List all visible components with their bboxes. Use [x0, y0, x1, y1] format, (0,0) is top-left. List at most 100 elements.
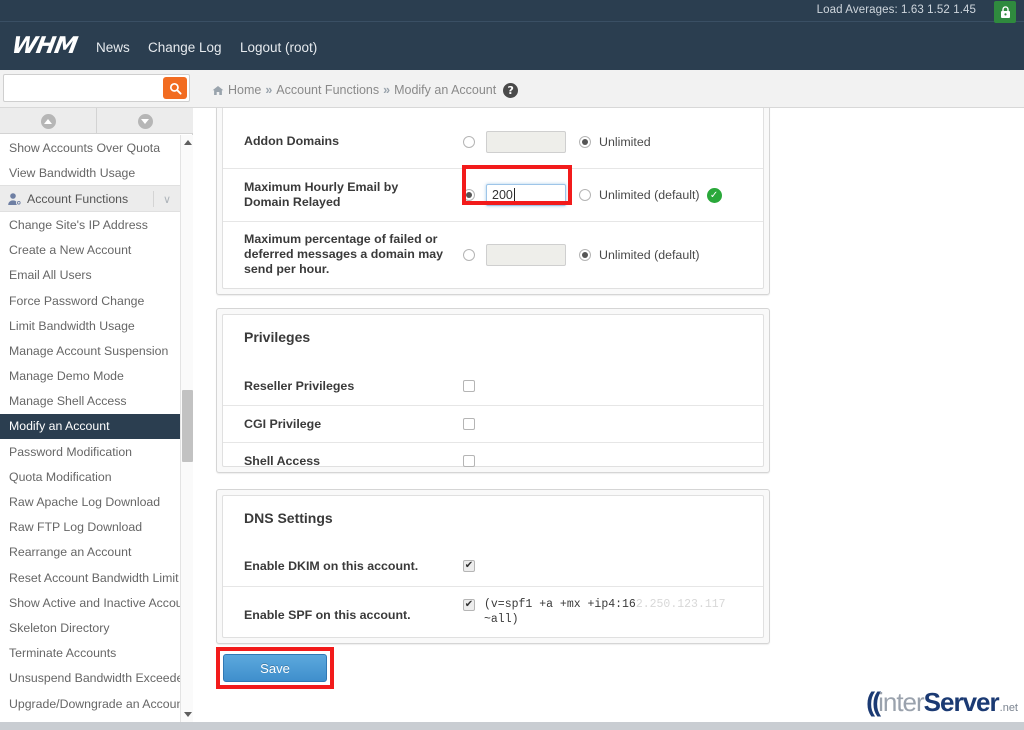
- dns-settings-panel: DNS Settings Enable DKIM on this account…: [216, 489, 770, 644]
- sidebar-item-terminate-accounts[interactable]: Terminate Accounts: [0, 641, 180, 666]
- spf-record-text: (v=spf1 +a +mx +ip4:162.250.123.117~all): [484, 597, 734, 627]
- sidebar-item-manage-demo-mode[interactable]: Manage Demo Mode: [0, 364, 180, 389]
- enable-dkim-checkbox[interactable]: [463, 560, 475, 572]
- breadcrumb-home[interactable]: Home: [228, 83, 261, 97]
- load-averages-text: Load Averages: 1.63 1.52 1.45: [817, 4, 976, 16]
- enable-dkim-control: [463, 560, 475, 572]
- sidebar-item-rearrange-an-account[interactable]: Rearrange an Account: [0, 540, 180, 565]
- row-cgi-privilege: CGI Privilege: [223, 405, 763, 442]
- sidebar-item-force-password-change[interactable]: Force Password Change: [0, 288, 180, 313]
- max-hourly-email-controls: 200 Unlimited (default) ✓: [463, 184, 722, 206]
- sidebar-item-unsuspend-bandwidth-exceeders[interactable]: Unsuspend Bandwidth Exceeders: [0, 666, 180, 691]
- cgi-privilege-control: [463, 418, 475, 430]
- addon-domains-unlimited-label: Unlimited: [599, 135, 651, 149]
- max-hourly-email-unlimited-radio[interactable]: [579, 189, 591, 201]
- addon-domains-unlimited-radio[interactable]: [579, 136, 591, 148]
- sidebar-group-account-functions[interactable]: Account Functions ∨: [0, 185, 180, 212]
- shell-access-control: [463, 455, 475, 467]
- shell-access-label: Shell Access: [244, 454, 320, 469]
- load-average-row: Load Averages: 1.63 1.52 1.45: [0, 0, 1024, 22]
- breadcrumb-modify-an-account[interactable]: Modify an Account: [394, 83, 496, 97]
- limits-panel: Addon Domains Unlimited Maximum Hourly E…: [216, 108, 770, 295]
- sidebar-scrollbar-thumb[interactable]: [182, 390, 193, 462]
- scroll-up-arrow-icon[interactable]: [181, 136, 194, 149]
- sidebar-group-divider: [153, 191, 154, 207]
- whm-logo[interactable]: WHM: [12, 34, 90, 58]
- row-shell-access: Shell Access: [223, 442, 763, 479]
- max-hourly-email-input[interactable]: 200: [486, 184, 566, 206]
- search-box[interactable]: [3, 74, 190, 102]
- search-icon[interactable]: [163, 77, 187, 99]
- enable-spf-checkbox[interactable]: [463, 599, 475, 611]
- sidebar-item-show-accounts-over-quota[interactable]: Show Accounts Over Quota: [0, 135, 180, 160]
- whm-logo-text: WHM: [10, 33, 79, 59]
- save-button[interactable]: Save: [223, 654, 327, 682]
- sidebar-item-quota-modification[interactable]: Quota Modification: [0, 464, 180, 489]
- sidebar-item-manage-shell-access[interactable]: Manage Shell Access: [0, 389, 180, 414]
- sidebar-group-label: Account Functions: [27, 192, 128, 206]
- collapse-all-icon[interactable]: [0, 108, 97, 134]
- user-icon: [7, 192, 22, 206]
- row-addon-domains: Addon Domains Unlimited: [223, 115, 763, 168]
- sidebar-item-upgrade-downgrade-an-account[interactable]: Upgrade/Downgrade an Account: [0, 691, 180, 716]
- nav-news[interactable]: News: [96, 40, 130, 55]
- nav-logout[interactable]: Logout (root): [240, 40, 317, 55]
- max-percent-failed-unlimited-label: Unlimited (default): [599, 248, 700, 262]
- addon-domains-input[interactable]: [486, 131, 566, 153]
- main-content: Addon Domains Unlimited Maximum Hourly E…: [194, 108, 1024, 722]
- sidebar-item-create-a-new-account[interactable]: Create a New Account: [0, 238, 180, 263]
- row-max-hourly-email-by-domain-relayed: Maximum Hourly Email by Domain Relayed 2…: [223, 168, 763, 221]
- sidebar-item-raw-ftp-log-download[interactable]: Raw FTP Log Download: [0, 515, 180, 540]
- reseller-privileges-label: Reseller Privileges: [244, 379, 354, 394]
- scroll-down-arrow-icon[interactable]: [181, 708, 194, 721]
- chevron-up-icon: [41, 114, 56, 129]
- question-mark-icon[interactable]: ?: [503, 83, 518, 98]
- sidebar-item-modify-an-account[interactable]: Modify an Account: [0, 414, 180, 439]
- sidebar-item-raw-apache-log-download[interactable]: Raw Apache Log Download: [0, 489, 180, 514]
- sidebar-menu: Show Accounts Over Quota View Bandwidth …: [0, 135, 180, 722]
- addon-domains-controls: Unlimited: [463, 131, 651, 153]
- chevron-down-icon[interactable]: ∨: [163, 193, 171, 206]
- sidebar-item-password-modification[interactable]: Password Modification: [0, 439, 180, 464]
- bottom-strip: [0, 722, 1024, 730]
- sidebar-item-change-sites-ip-address[interactable]: Change Site's IP Address: [0, 212, 180, 237]
- row-reseller-privileges: Reseller Privileges: [223, 367, 763, 405]
- sidebar: Show Accounts Over Quota View Bandwidth …: [0, 108, 193, 722]
- breadcrumb-account-functions[interactable]: Account Functions: [276, 83, 379, 97]
- max-percent-failed-value-radio[interactable]: [463, 249, 475, 261]
- addon-domains-value-radio[interactable]: [463, 136, 475, 148]
- sidebar-item-skeleton-directory[interactable]: Skeleton Directory: [0, 615, 180, 640]
- green-check-icon: ✓: [707, 188, 722, 203]
- expand-all-icon[interactable]: [97, 108, 193, 134]
- nav-change-log[interactable]: Change Log: [148, 40, 222, 55]
- max-hourly-email-value-radio[interactable]: [463, 189, 475, 201]
- shell-access-checkbox[interactable]: [463, 455, 475, 467]
- sidebar-scrollbar[interactable]: [180, 135, 193, 722]
- row-enable-dkim: Enable DKIM on this account.: [223, 546, 763, 586]
- max-percent-failed-input[interactable]: [486, 244, 566, 266]
- padlock-icon[interactable]: [994, 1, 1016, 23]
- breadcrumb-separator-1: »: [265, 83, 272, 97]
- sidebar-item-reset-account-bandwidth-limit[interactable]: Reset Account Bandwidth Limit: [0, 565, 180, 590]
- row-enable-spf: Enable SPF on this account. (v=spf1 +a +…: [223, 586, 763, 642]
- max-percent-failed-unlimited-radio[interactable]: [579, 249, 591, 261]
- sidebar-item-email-all-users[interactable]: Email All Users: [0, 263, 180, 288]
- privileges-panel: Privileges Reseller Privileges CGI Privi…: [216, 308, 770, 473]
- search-input[interactable]: [4, 75, 159, 101]
- home-icon[interactable]: [212, 85, 224, 96]
- breadcrumb: Home » Account Functions » Modify an Acc…: [212, 80, 518, 100]
- enable-dkim-label: Enable DKIM on this account.: [244, 559, 418, 574]
- sidebar-item-view-bandwidth-usage[interactable]: View Bandwidth Usage: [0, 160, 180, 185]
- dns-settings-panel-inner: DNS Settings Enable DKIM on this account…: [222, 495, 764, 638]
- cgi-privilege-checkbox[interactable]: [463, 418, 475, 430]
- breadcrumb-separator-2: »: [383, 83, 390, 97]
- max-hourly-email-label: Maximum Hourly Email by Domain Relayed: [244, 180, 398, 210]
- sidebar-item-manage-account-suspension[interactable]: Manage Account Suspension: [0, 338, 180, 363]
- sidebar-item-limit-bandwidth-usage[interactable]: Limit Bandwidth Usage: [0, 313, 180, 338]
- privileges-title: Privileges: [223, 315, 763, 345]
- max-hourly-email-unlimited-label: Unlimited (default): [599, 188, 700, 202]
- sidebar-item-show-active-and-inactive-accounts[interactable]: Show Active and Inactive Accounts: [0, 590, 180, 615]
- top-header-bar: Load Averages: 1.63 1.52 1.45 WHM News C…: [0, 0, 1024, 70]
- chevron-down-icon: [138, 114, 153, 129]
- reseller-privileges-checkbox[interactable]: [463, 380, 475, 392]
